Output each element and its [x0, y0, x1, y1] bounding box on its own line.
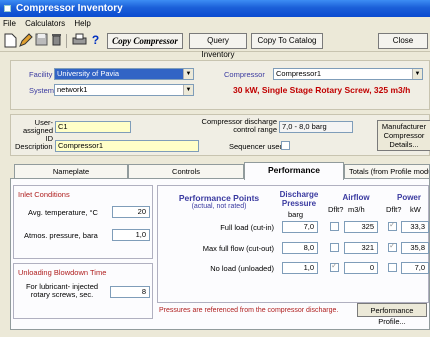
discharge-unit: barg [288, 210, 304, 219]
identification-panel: User-assigned ID C1 Description Compress… [10, 114, 430, 156]
description-field[interactable]: Compressor1 [55, 140, 199, 152]
tab-controls[interactable]: Controls [128, 164, 244, 179]
toolbar-separator [66, 34, 67, 48]
facility-label: Facility [29, 70, 53, 79]
airflow-default-checkbox[interactable] [330, 243, 339, 252]
facility-value: University of Pavia [57, 69, 120, 78]
compressor-inventory-window: Compressor Inventory File Calculators He… [0, 0, 430, 337]
power-default-checkbox[interactable] [388, 241, 397, 252]
window-title: Compressor Inventory [16, 3, 123, 14]
close-button[interactable]: Close [378, 33, 428, 49]
save-icon[interactable] [34, 33, 49, 48]
inlet-conditions-group: Inlet Conditions Avg. temperature, °C 20… [13, 185, 153, 259]
blowdown-time-field[interactable]: 8 [110, 286, 150, 298]
power-field[interactable]: 33,3 [401, 221, 429, 233]
row-label: No load (unloaded) [210, 264, 274, 273]
atmos-pressure-field[interactable]: 1,0 [112, 229, 150, 241]
pressure-reference-note: Pressures are referenced from the compre… [159, 307, 339, 314]
new-document-icon[interactable] [3, 33, 18, 48]
chevron-down-icon: ▼ [412, 69, 422, 79]
facility-select[interactable]: University of Pavia ▼ [54, 68, 194, 80]
edit-pencil-icon[interactable] [18, 33, 33, 48]
airflow-field[interactable]: 0 [344, 262, 378, 274]
system-select[interactable]: network1 ▼ [54, 84, 194, 96]
facility-panel: Facility University of Pavia ▼ System ne… [10, 60, 430, 110]
power-field[interactable]: 35,8 [401, 242, 429, 254]
system-value: network1 [57, 85, 88, 94]
system-label: System [29, 86, 55, 95]
performance-profile-button[interactable]: Performance Profile... [357, 303, 427, 326]
user-id-label: User-assigned ID [22, 118, 53, 143]
airflow-default-checkbox[interactable] [330, 261, 339, 272]
row-label: Full load (cut-in) [220, 223, 274, 232]
performance-points-group: Performance Points (actual, not rated) D… [157, 185, 429, 303]
atmos-pressure-label: Atmos. pressure, bara [24, 231, 98, 240]
airflow-field[interactable]: 325 [344, 221, 378, 233]
menu-calculators[interactable]: Calculators [25, 19, 65, 28]
performance-points-subtitle: (actual, not rated) [191, 203, 247, 210]
toolbar: ? Copy Compressor Query Inventory Copy T… [0, 30, 430, 59]
menu-bar: File Calculators Help [0, 17, 430, 30]
performance-points-title: Performance Points [178, 193, 260, 203]
compressor-value: Compressor1 [276, 69, 322, 78]
unloading-blowdown-heading: Unloading Blowdown Time [18, 268, 107, 277]
user-id-field[interactable]: C1 [55, 121, 131, 133]
manufacturer-details-button[interactable]: Manufacturer Compressor Details... [377, 120, 430, 151]
help-question-icon[interactable]: ? [88, 33, 103, 48]
blowdown-time-label: For lubricant- injected rotary screws, s… [25, 282, 99, 299]
avg-temperature-field[interactable]: 20 [112, 206, 150, 218]
avg-temperature-label: Avg. temperature, °C [28, 208, 98, 217]
tab-totals[interactable]: Totals (from Profile module [344, 164, 430, 179]
print-icon[interactable] [72, 33, 87, 48]
power-header: Power [396, 193, 421, 202]
power-field[interactable]: 7,0 [401, 262, 429, 274]
discharge-pressure-header: Discharge Pressure [279, 190, 319, 208]
discharge-pressure-field[interactable]: 7,0 [282, 221, 318, 233]
power-dflt-label: Dflt? [386, 205, 402, 214]
power-default-checkbox[interactable] [388, 263, 397, 272]
menu-help[interactable]: Help [74, 19, 90, 28]
status-strip [0, 330, 430, 337]
app-icon [4, 5, 11, 12]
airflow-default-checkbox[interactable] [330, 222, 339, 231]
chevron-down-icon: ▼ [183, 85, 193, 95]
discharge-range-label: Compressor discharge control range [201, 117, 277, 134]
compressor-label: Compressor [224, 70, 265, 79]
description-label: Description [15, 142, 53, 151]
row-label: Max full flow (cut-out) [202, 244, 274, 253]
discharge-pressure-field[interactable]: 1,0 [282, 262, 318, 274]
tab-nameplate[interactable]: Nameplate [14, 164, 128, 179]
airflow-field[interactable]: 321 [344, 242, 378, 254]
power-unit: kW [410, 205, 421, 214]
airflow-header: Airflow [342, 193, 370, 202]
copy-to-catalog-button[interactable]: Copy To Catalog [251, 33, 323, 49]
sequencer-label: Sequencer used [229, 142, 284, 151]
unloading-blowdown-group: Unloading Blowdown Time For lubricant- i… [13, 263, 153, 319]
discharge-pressure-field[interactable]: 8,0 [282, 242, 318, 254]
compressor-summary: 30 kW, Single Stage Rotary Screw, 325 m3… [233, 85, 411, 95]
query-inventory-button[interactable]: Query Inventory [189, 33, 247, 59]
sequencer-checkbox[interactable] [281, 141, 290, 150]
menu-file[interactable]: File [3, 19, 16, 28]
power-default-checkbox[interactable] [388, 220, 397, 231]
chevron-down-icon: ▼ [183, 69, 193, 79]
copy-compressor-button[interactable]: Copy Compressor [107, 33, 183, 49]
discharge-range-field[interactable]: 7,0 - 8,0 barg [279, 121, 353, 133]
tab-strip: Nameplate Controls Performance Totals (f… [10, 162, 430, 180]
compressor-select[interactable]: Compressor1 ▼ [273, 68, 423, 80]
delete-trash-icon[interactable] [49, 33, 64, 48]
performance-tab-panel: Inlet Conditions Avg. temperature, °C 20… [10, 178, 430, 330]
airflow-unit: m3/h [348, 205, 365, 214]
title-bar: Compressor Inventory [0, 0, 430, 17]
tab-performance[interactable]: Performance [244, 162, 344, 180]
inlet-conditions-heading: Inlet Conditions [18, 190, 70, 199]
airflow-dflt-label: Dflt? [328, 205, 344, 214]
